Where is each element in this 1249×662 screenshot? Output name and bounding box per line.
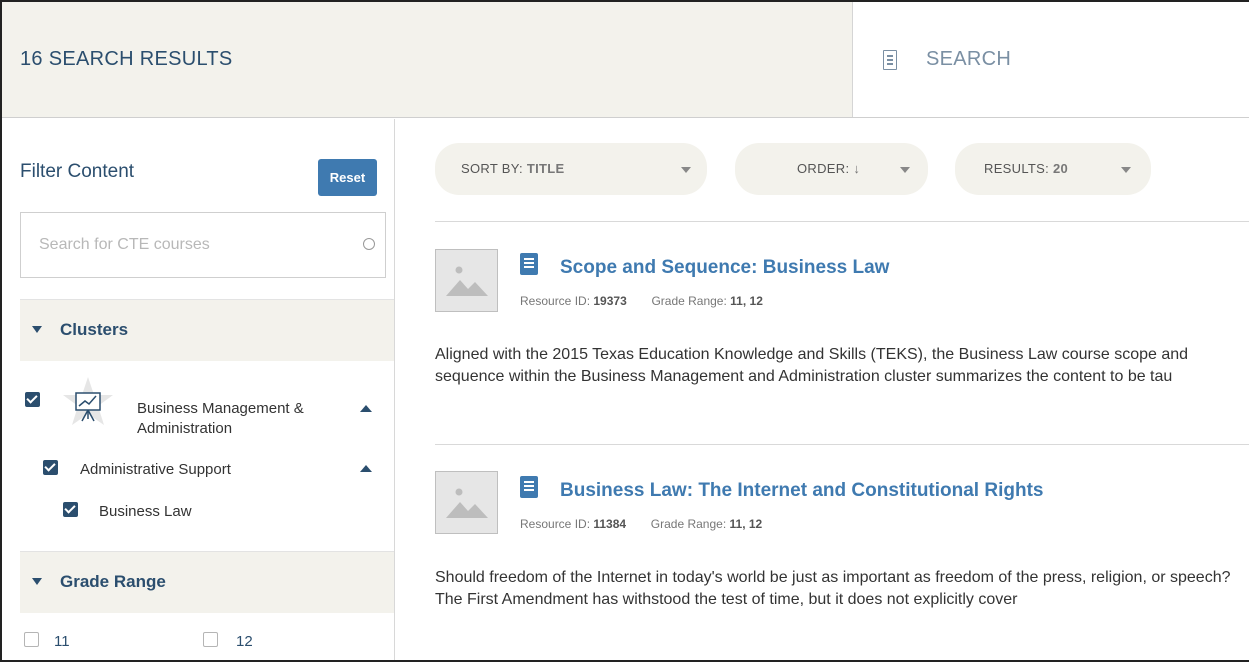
checkbox-administrative-support[interactable] [43, 460, 58, 475]
result-thumbnail[interactable] [435, 471, 498, 534]
clusters-section-toggle[interactable]: Clusters [20, 299, 394, 361]
grade-range-section-toggle[interactable]: Grade Range [20, 551, 394, 613]
header: 16 SEARCH RESULTS SEARCH [2, 2, 1249, 118]
results-count: 16 SEARCH RESULTS [20, 48, 233, 70]
grade-12-label: 12 [236, 633, 253, 650]
clusters-label: Clusters [60, 320, 129, 339]
grade-range-label: Grade Range [60, 572, 166, 591]
checkbox-business-management[interactable] [25, 392, 40, 407]
grade-range-value: 11, 12 [730, 294, 763, 308]
filter-title: Filter Content [20, 161, 135, 182]
result-meta: Resource ID: 11384 Grade Range: 11, 12 [520, 517, 762, 531]
resource-id-value: 19373 [593, 294, 627, 308]
order-text: ORDER: ↓ [797, 161, 860, 176]
checkbox-grade-12[interactable] [203, 632, 218, 647]
result-title-link[interactable]: Scope and Sequence: Business Law [560, 257, 889, 279]
grade-range-label: Grade Range: [650, 517, 727, 531]
search-tab[interactable]: SEARCH [852, 2, 1249, 117]
tree-label-business-law: Business Law [99, 503, 192, 520]
result-thumbnail[interactable] [435, 249, 498, 312]
cluster-label-line-1: Business Management & [137, 400, 304, 417]
sort-by-dropdown[interactable]: SORT BY: TITLE [435, 143, 707, 195]
chevron-down-icon [681, 167, 691, 173]
image-placeholder-icon [446, 266, 488, 296]
results-header: 16 SEARCH RESULTS [2, 2, 852, 117]
result-description: Aligned with the 2015 Texas Education Kn… [435, 346, 1189, 385]
cluster-label-line-2: Administration [137, 420, 233, 437]
results-per-page-text: RESULTS: 20 [984, 161, 1068, 176]
checkbox-business-law[interactable] [63, 502, 78, 517]
caret-down-icon [32, 326, 42, 333]
cte-search-input[interactable] [21, 213, 341, 277]
app-frame: 16 SEARCH RESULTS SEARCH Filter Content … [0, 0, 1249, 662]
grade-11-label: 11 [54, 633, 70, 650]
caret-down-icon [32, 578, 42, 585]
chevron-down-icon [1121, 167, 1131, 173]
results-per-page-dropdown[interactable]: RESULTS: 20 [955, 143, 1151, 195]
sort-by-value: TITLE [526, 161, 565, 176]
collapse-business-management-icon[interactable] [360, 405, 372, 412]
result-title-link[interactable]: Business Law: The Internet and Constitut… [560, 480, 1043, 502]
business-cluster-icon [63, 377, 113, 425]
search-book-icon [883, 50, 897, 70]
resource-id-value: 11384 [593, 517, 627, 531]
sort-by-text: SORT BY: TITLE [461, 161, 565, 176]
tree-label-administrative-support: Administrative Support [80, 461, 231, 478]
order-value: ↓ [853, 161, 861, 176]
reset-button[interactable]: Reset [318, 159, 377, 196]
filter-sidebar: Filter Content Reset Clusters Business M… [2, 119, 395, 660]
checkbox-grade-11[interactable] [24, 632, 39, 647]
image-placeholder-icon [446, 488, 488, 518]
results-main: SORT BY: TITLE ORDER: ↓ RESULTS: 20 Scope a [396, 119, 1249, 660]
results-per-page-value: 20 [1053, 161, 1069, 176]
collapse-administrative-support-icon[interactable] [360, 465, 372, 472]
document-icon [520, 476, 538, 498]
order-label: ORDER: [797, 161, 850, 176]
result-description: Should freedom of the Internet in today'… [435, 569, 1231, 608]
grade-range-label: Grade Range: [651, 294, 727, 308]
chevron-down-icon [900, 167, 910, 173]
sort-by-label: SORT BY: [461, 161, 523, 176]
grade-range-value: 11, 12 [729, 517, 763, 531]
result-meta: Resource ID: 19373 Grade Range: 11, 12 [520, 294, 763, 308]
resource-id-label: Resource ID: [520, 517, 591, 531]
search-icon[interactable] [363, 238, 375, 250]
search-tab-label: SEARCH [926, 48, 1012, 70]
document-icon [520, 253, 538, 275]
divider [435, 444, 1249, 445]
cte-search-box [20, 212, 386, 278]
order-dropdown[interactable]: ORDER: ↓ [735, 143, 928, 195]
cluster-label-business-management: Business Management & Administration [137, 399, 304, 439]
results-per-page-label: RESULTS: [984, 161, 1050, 176]
divider [435, 221, 1249, 222]
resource-id-label: Resource ID: [520, 294, 591, 308]
